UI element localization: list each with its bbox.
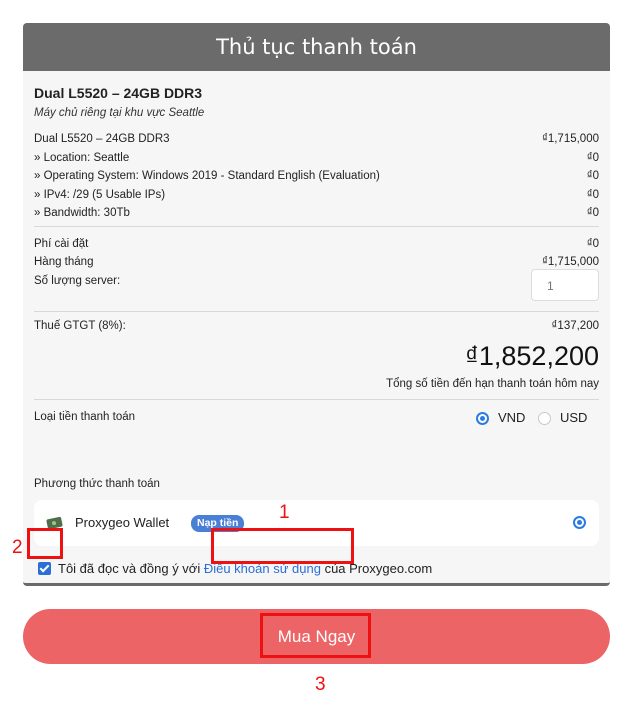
line-item-label: » Bandwidth: 30Tb bbox=[34, 207, 130, 219]
total-caption: Tổng số tiền đến hạn thanh toán hôm nay bbox=[386, 378, 599, 390]
divider bbox=[34, 226, 599, 227]
currency-radio-usd[interactable] bbox=[538, 412, 551, 425]
annotation-box-checkbox bbox=[27, 528, 63, 559]
tax-row: Thuế GTGT (8%): ₫137,200 bbox=[34, 318, 599, 334]
setup-fee-label: Phí cài đặt bbox=[34, 238, 89, 250]
annotation-box-terms bbox=[211, 528, 354, 564]
monthly-label: Hàng tháng bbox=[34, 256, 94, 268]
divider bbox=[34, 311, 599, 312]
line-item-label: » Location: Seattle bbox=[34, 152, 130, 164]
line-item: » Bandwidth: 30Tb ₫0 bbox=[34, 205, 599, 221]
line-item-label: » Operating System: Windows 2019 - Stand… bbox=[34, 170, 380, 182]
setup-fee-price: ₫0 bbox=[586, 238, 599, 250]
checkout-card: Thủ tục thanh toán Dual L5520 – 24GB DDR… bbox=[23, 23, 610, 586]
tax-label: Thuế GTGT (8%): bbox=[34, 320, 126, 332]
product-title: Dual L5520 – 24GB DDR3 bbox=[34, 85, 203, 101]
quantity-label: Số lượng server: bbox=[34, 275, 121, 287]
line-item-price: ₫0 bbox=[586, 170, 599, 182]
annotation-label-1: 1 bbox=[279, 502, 290, 523]
line-item-price: ₫0 bbox=[586, 189, 599, 201]
line-item: » Location: Seattle ₫0 bbox=[34, 150, 599, 166]
monthly-price: ₫1,715,000 bbox=[541, 256, 599, 268]
page-title: Thủ tục thanh toán bbox=[216, 35, 417, 59]
currency-option-usd[interactable]: USD bbox=[560, 410, 587, 425]
line-item-price: ₫0 bbox=[586, 207, 599, 219]
product-subtitle: Máy chủ riêng tại khu vực Seattle bbox=[34, 107, 205, 119]
quantity-input[interactable]: 1 bbox=[531, 269, 599, 301]
wallet-radio[interactable] bbox=[573, 516, 586, 529]
line-item-price: ₫0 bbox=[586, 152, 599, 164]
line-item: » Operating System: Windows 2019 - Stand… bbox=[34, 168, 599, 184]
wallet-name: Proxygeo Wallet bbox=[75, 515, 170, 530]
total-amount: ₫1,852,200 bbox=[465, 341, 599, 371]
annotation-box-buy bbox=[260, 613, 371, 658]
line-item: Dual L5520 – 24GB DDR3 ₫1,715,000 bbox=[34, 131, 599, 147]
quantity-row: Số lượng server: bbox=[34, 273, 599, 289]
divider bbox=[34, 399, 599, 400]
line-item-label: » IPv4: /29 (5 Usable IPs) bbox=[34, 189, 166, 201]
checkout-header: Thủ tục thanh toán bbox=[23, 23, 610, 71]
line-item: » IPv4: /29 (5 Usable IPs) ₫0 bbox=[34, 187, 599, 203]
tax-price: ₫137,200 bbox=[551, 320, 599, 332]
agreement-prefix: Tôi đã đọc và đồng ý với bbox=[58, 561, 204, 576]
setup-fee-row: Phí cài đặt ₫0 bbox=[34, 236, 599, 252]
annotation-label-2: 2 bbox=[12, 537, 23, 558]
line-item-label: Dual L5520 – 24GB DDR3 bbox=[34, 133, 170, 145]
monthly-row: Hàng tháng ₫1,715,000 bbox=[34, 254, 599, 270]
payment-method-row: Phương thức thanh toán bbox=[34, 476, 599, 492]
currency-label: Loại tiền thanh toán bbox=[34, 411, 136, 423]
currency-option-vnd[interactable]: VND bbox=[498, 410, 525, 425]
payment-method-label: Phương thức thanh toán bbox=[34, 478, 160, 490]
currency-radio-vnd[interactable] bbox=[476, 412, 489, 425]
line-item-price: ₫1,715,000 bbox=[541, 133, 599, 145]
agree-checkbox[interactable] bbox=[38, 562, 51, 575]
annotation-label-3: 3 bbox=[315, 674, 326, 695]
